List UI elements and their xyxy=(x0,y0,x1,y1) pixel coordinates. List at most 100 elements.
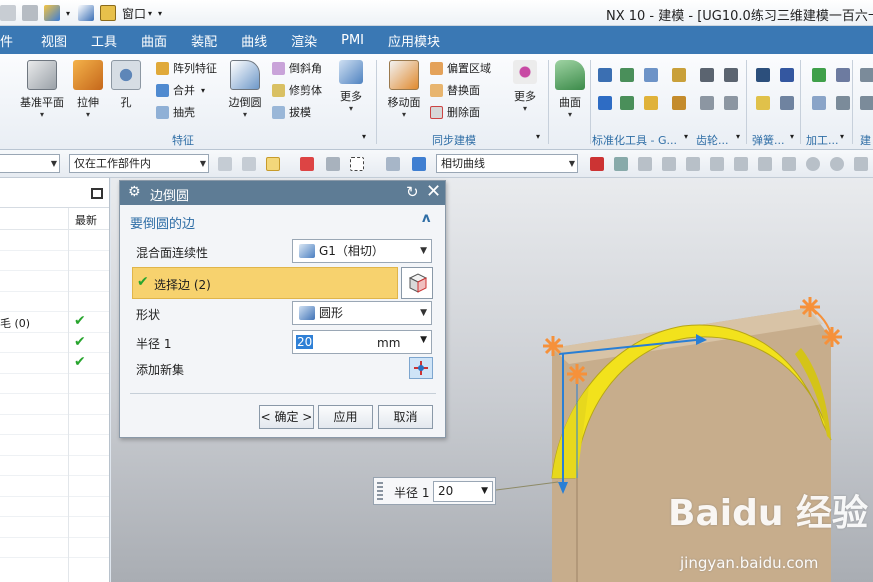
menu-tools[interactable]: 工具 xyxy=(79,31,129,50)
chevron-down-icon[interactable]: ▼ xyxy=(420,335,427,345)
std-tool-icon[interactable] xyxy=(620,96,634,110)
tree-row[interactable]: ✔ xyxy=(0,333,109,353)
std-tool-icon[interactable] xyxy=(644,96,658,110)
std-tool-icon[interactable] xyxy=(598,96,612,110)
window-icon[interactable] xyxy=(100,5,117,21)
rectangle-select-icon[interactable] xyxy=(350,157,364,171)
edge-blend-button[interactable]: 边倒圆 ▾ xyxy=(224,60,266,119)
close-icon[interactable]: ✕ xyxy=(426,181,441,202)
datum-plane-button[interactable]: 基准平面 ▾ xyxy=(16,60,68,119)
gear-tool-icon[interactable] xyxy=(672,96,686,110)
gear-tool-icon[interactable] xyxy=(724,96,738,110)
tree-row[interactable] xyxy=(0,292,109,312)
drag-handle-icon[interactable] xyxy=(377,482,383,500)
edge-handle[interactable] xyxy=(567,364,587,384)
tree-row[interactable] xyxy=(0,517,109,538)
snap-point-icon[interactable] xyxy=(758,157,772,171)
snap-point-icon[interactable] xyxy=(830,157,844,171)
collapse-icon[interactable]: ʌ xyxy=(422,211,430,226)
open-icon[interactable] xyxy=(0,5,16,21)
floating-radius-value[interactable]: 20 xyxy=(438,484,453,498)
tree-row[interactable] xyxy=(0,476,109,497)
pattern-feature-button[interactable]: 阵列特征 xyxy=(156,60,217,76)
delete-face-button[interactable]: 删除面 xyxy=(430,104,480,120)
snap-point-icon[interactable] xyxy=(854,157,868,171)
menu-render[interactable]: 渲染 xyxy=(279,31,329,50)
edges-section-header[interactable]: 要倒圆的边 xyxy=(130,213,195,232)
build-tool-icon[interactable] xyxy=(860,96,873,110)
offset-region-button[interactable]: 偏置区域 xyxy=(430,60,491,76)
eraser-icon[interactable] xyxy=(78,5,95,21)
std-tool-icon[interactable] xyxy=(620,68,634,82)
snap-point-icon[interactable] xyxy=(662,157,676,171)
cancel-button[interactable]: 取消 xyxy=(378,405,433,429)
shell-button[interactable]: 抽壳 xyxy=(156,104,195,120)
spring-tool-icon[interactable] xyxy=(756,68,770,82)
gear-tool-icon[interactable] xyxy=(672,68,686,82)
curve-rule-select[interactable]: 相切曲线 ▼ xyxy=(436,154,578,173)
chamfer-button[interactable]: 倒斜角 xyxy=(272,60,322,76)
snap-icon[interactable] xyxy=(300,157,314,171)
select-tool-icon[interactable] xyxy=(266,157,280,171)
reset-icon[interactable]: ↻ xyxy=(406,183,419,201)
gear-tool-icon[interactable] xyxy=(724,68,738,82)
maximize-icon[interactable] xyxy=(91,188,103,199)
menu-file[interactable]: 件 xyxy=(0,31,29,50)
tree-row[interactable]: 毛 (0) ✔ xyxy=(0,312,109,333)
std-tool-icon[interactable] xyxy=(598,68,612,82)
snap-point-icon[interactable] xyxy=(734,157,748,171)
group-expand-icon[interactable]: ▾ xyxy=(736,132,740,141)
add-new-set-button[interactable] xyxy=(409,357,433,379)
menu-assembly[interactable]: 装配 xyxy=(179,31,229,50)
snap-point-icon[interactable] xyxy=(686,157,700,171)
tree-row[interactable] xyxy=(0,271,109,292)
select-tool-icon[interactable] xyxy=(386,157,400,171)
customize-dropdown-icon[interactable]: ▾ xyxy=(158,9,162,18)
shape-select[interactable]: 圆形 ▼ xyxy=(292,301,432,325)
menu-view[interactable]: 视图 xyxy=(29,31,79,50)
menu-application[interactable]: 应用模块 xyxy=(376,31,452,50)
extrude-button[interactable]: 拉伸 ▾ xyxy=(72,60,104,119)
spring-tool-icon[interactable] xyxy=(780,68,794,82)
build-tool-icon[interactable] xyxy=(860,68,873,82)
floating-radius-field[interactable]: 20 ▼ xyxy=(433,481,493,502)
replace-face-button[interactable]: 替换面 xyxy=(430,82,480,98)
surface-button[interactable]: 曲面 ▾ xyxy=(554,60,586,119)
dialog-title-bar[interactable]: ⚙ 边倒圆 ↻ ✕ xyxy=(120,181,445,205)
tree-row[interactable] xyxy=(0,538,109,558)
gear-tool-icon[interactable] xyxy=(700,68,714,82)
tree-row[interactable] xyxy=(0,415,109,435)
chevron-down-icon[interactable]: ▼ xyxy=(481,482,488,501)
machining-tool-icon[interactable] xyxy=(836,68,850,82)
edge-handle[interactable] xyxy=(543,336,563,356)
spring-tool-icon[interactable] xyxy=(780,96,794,110)
cube-icon[interactable] xyxy=(44,5,60,21)
radius-input[interactable]: 20 mm ▼ xyxy=(292,330,432,354)
select-tool-icon[interactable] xyxy=(218,157,232,171)
window-menu-dropdown-icon[interactable]: ▾ xyxy=(148,9,152,18)
apply-button[interactable]: 应用 xyxy=(318,405,373,429)
gear-icon[interactable]: ⚙ xyxy=(128,184,141,200)
floating-radius-input[interactable]: 半径 1 20 ▼ xyxy=(373,477,496,505)
snap-icon[interactable] xyxy=(326,157,340,171)
group-expand-icon[interactable]: ▾ xyxy=(362,132,366,141)
hole-button[interactable]: 孔 xyxy=(110,60,142,110)
snap-point-icon[interactable] xyxy=(710,157,724,171)
group-expand-icon[interactable]: ▾ xyxy=(790,132,794,141)
std-tool-icon[interactable] xyxy=(644,68,658,82)
machining-tool-icon[interactable] xyxy=(812,68,826,82)
tree-row[interactable]: ✔ xyxy=(0,353,109,374)
select-edge-button[interactable] xyxy=(401,267,433,299)
spring-tool-icon[interactable] xyxy=(756,96,770,110)
machining-tool-icon[interactable] xyxy=(812,96,826,110)
menu-curve[interactable]: 曲线 xyxy=(229,31,279,50)
menu-surface[interactable]: 曲面 xyxy=(129,31,179,50)
window-menu[interactable]: 窗口 xyxy=(122,5,146,22)
tree-row[interactable] xyxy=(0,374,109,394)
type-filter-select[interactable]: ▼ xyxy=(0,154,60,173)
snap-point-icon[interactable] xyxy=(614,157,628,171)
combine-button[interactable]: 合并 ▾ xyxy=(156,82,205,98)
tree-row[interactable] xyxy=(0,456,109,476)
group-expand-icon[interactable]: ▾ xyxy=(684,132,688,141)
tree-row[interactable] xyxy=(0,394,109,415)
